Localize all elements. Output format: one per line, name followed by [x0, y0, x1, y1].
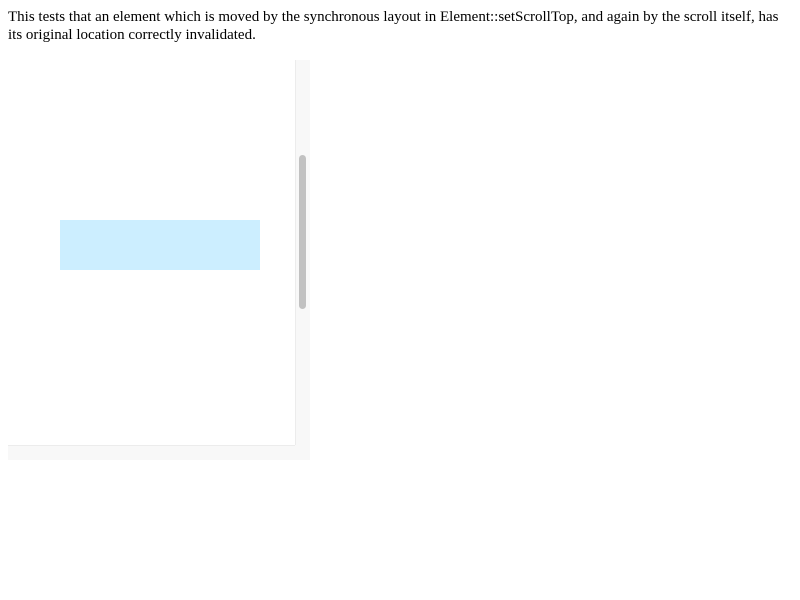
horizontal-scrollbar[interactable]	[8, 445, 310, 460]
moved-element	[60, 220, 260, 270]
vertical-scrollbar-thumb[interactable]	[299, 155, 306, 309]
vertical-scrollbar[interactable]	[295, 60, 310, 460]
scroll-viewport	[8, 60, 295, 445]
test-description: This tests that an element which is move…	[8, 9, 779, 43]
scroll-container[interactable]	[8, 60, 310, 460]
scrollbar-corner	[295, 445, 310, 460]
